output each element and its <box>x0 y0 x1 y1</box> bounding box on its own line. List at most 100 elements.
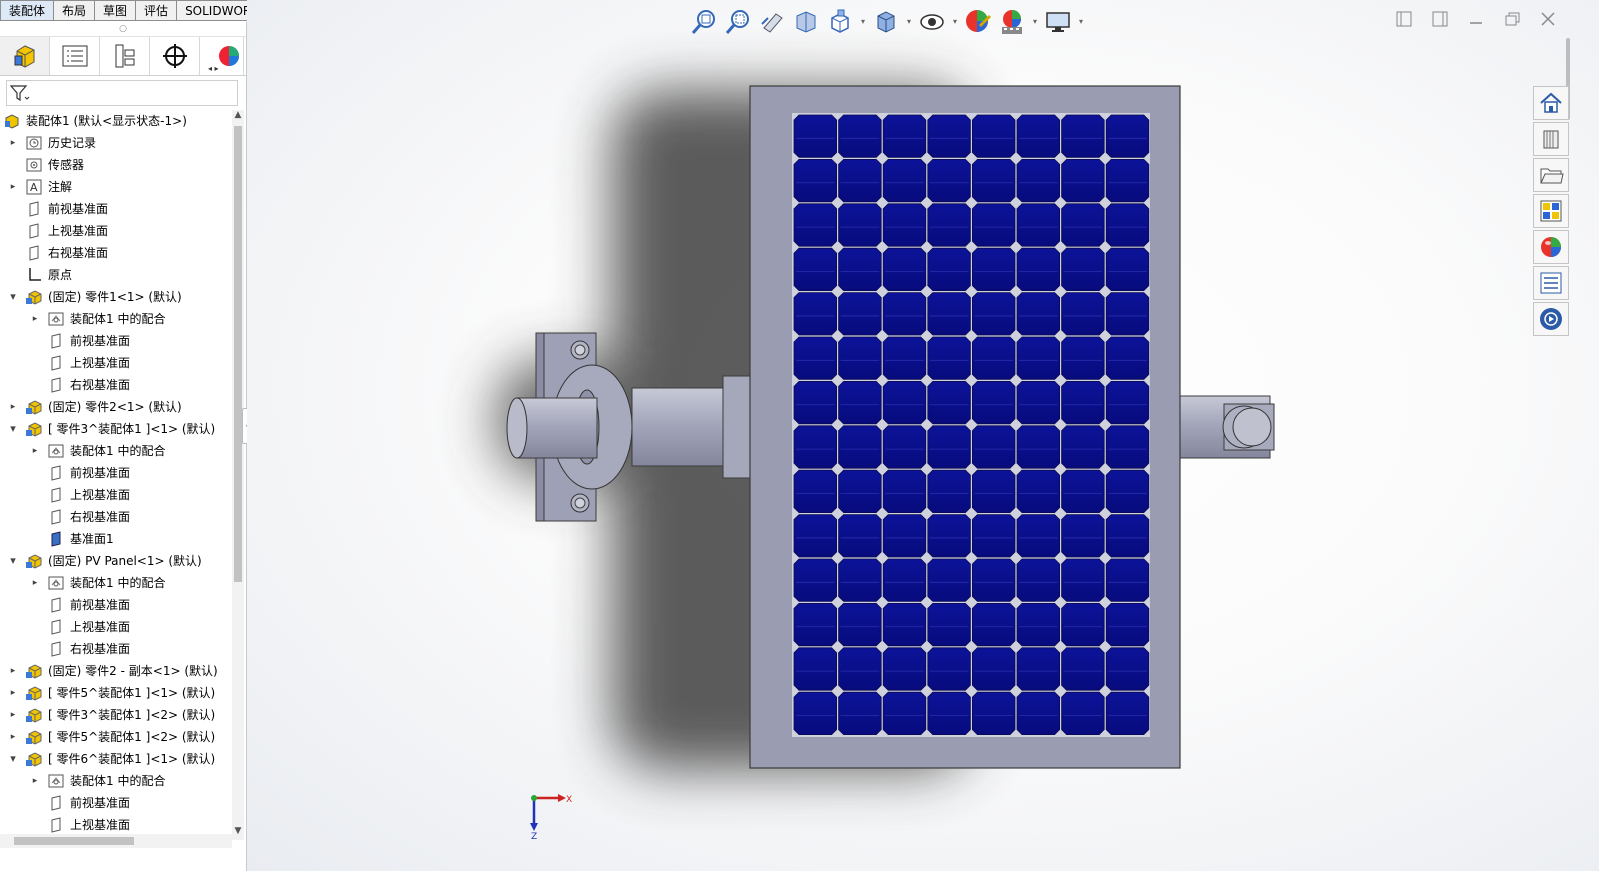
view-settings-icon[interactable] <box>1042 6 1074 38</box>
tree-item[interactable]: 原点 <box>0 264 232 286</box>
collapse-arrow-icon[interactable]: ▾ <box>8 550 18 572</box>
view-orientation-icon[interactable] <box>824 6 856 38</box>
tree-item[interactable]: 传感器 <box>0 154 232 176</box>
tab-3[interactable]: 评估 <box>136 0 178 21</box>
tree-item[interactable]: ▾ (固定) 零件1<1> (默认) <box>0 286 232 308</box>
collapse-arrow-icon[interactable]: ▾ <box>8 418 18 440</box>
filter-icon[interactable] <box>9 83 31 103</box>
expand-arrow-icon[interactable]: ▸ <box>8 132 18 154</box>
tree-item[interactable]: 右视基准面 <box>0 374 232 396</box>
expand-arrow-icon[interactable]: ▸ <box>30 572 40 594</box>
edit-appearance-icon[interactable] <box>962 6 994 38</box>
tab-2[interactable]: 草图 <box>95 0 137 21</box>
propertymanager-icon[interactable] <box>50 37 100 75</box>
tree-item[interactable]: ▸ 装配体1 中的配合 <box>0 440 232 462</box>
close-icon[interactable] <box>1537 8 1559 30</box>
tab-1[interactable]: 布局 <box>54 0 96 21</box>
tree-item[interactable]: 上视基准面 <box>0 814 232 836</box>
tree-item[interactable]: ▸ 装配体1 中的配合 <box>0 308 232 330</box>
section-view-icon[interactable] <box>790 6 822 38</box>
tree-item[interactable]: 右视基准面 <box>0 242 232 264</box>
scroll-down-icon[interactable]: ▼ <box>232 826 244 840</box>
expand-arrow-icon[interactable]: ▸ <box>8 176 18 198</box>
file-explorer-icon[interactable] <box>1533 158 1569 192</box>
previous-view-icon[interactable] <box>756 6 788 38</box>
tree-item[interactable]: ▸ [ 零件5^装配体1 ]<1> (默认) <box>0 682 232 704</box>
dropdown-arrow-icon[interactable]: ▾ <box>904 6 914 38</box>
tree-item[interactable]: 上视基准面 <box>0 484 232 506</box>
dropdown-arrow-icon[interactable]: ▾ <box>1030 6 1040 38</box>
expand-arrow-icon[interactable]: ▸ <box>8 660 18 682</box>
tree-item[interactable]: 前视基准面 <box>0 462 232 484</box>
tree-item[interactable]: ▾ (固定) PV Panel<1> (默认) <box>0 550 232 572</box>
configurationmanager-icon[interactable] <box>100 37 150 75</box>
tree-item[interactable]: 右视基准面 <box>0 506 232 528</box>
restore-icon[interactable] <box>1501 8 1523 30</box>
zoom-to-area-icon[interactable] <box>722 6 754 38</box>
design-library-icon[interactable] <box>1533 122 1569 156</box>
featuremanager-icon[interactable] <box>0 37 50 75</box>
right-shaft[interactable] <box>1179 395 1275 459</box>
collapse-arrow-icon[interactable]: ▾ <box>8 286 18 308</box>
tree-item[interactable]: ▸ (固定) 零件2 - 副本<1> (默认) <box>0 660 232 682</box>
tree-vertical-scrollbar[interactable]: ▲ ▼ <box>232 110 244 840</box>
scroll-up-icon[interactable]: ▲ <box>232 110 244 124</box>
pv-cell <box>793 203 837 247</box>
tree-item[interactable]: 右视基准面 <box>0 638 232 660</box>
expand-arrow-icon[interactable]: ▸ <box>30 308 40 330</box>
tree-item[interactable]: 前视基准面 <box>0 594 232 616</box>
tree-item[interactable]: ▸ [ 零件3^装配体1 ]<2> (默认) <box>0 704 232 726</box>
tree-horizontal-scrollbar[interactable] <box>0 834 232 848</box>
expand-arrow-icon[interactable]: ▸ <box>8 704 18 726</box>
scroll-thumb[interactable] <box>14 837 134 845</box>
pv-panel[interactable] <box>749 85 1181 769</box>
expand-arrow-icon[interactable]: ▸ <box>8 396 18 418</box>
tree-item[interactable]: 上视基准面 <box>0 220 232 242</box>
part-icon <box>26 553 42 569</box>
model-view[interactable] <box>247 0 1599 871</box>
scroll-thumb[interactable] <box>234 126 242 582</box>
dropdown-arrow-icon[interactable]: ▾ <box>1076 6 1086 38</box>
tree-item[interactable]: ▾ [ 零件3^装配体1 ]<1> (默认) <box>0 418 232 440</box>
zoom-to-fit-icon[interactable] <box>688 6 720 38</box>
tree-item[interactable]: 装配体1 (默认<显示状态-1>) <box>0 110 232 132</box>
expand-arrow-icon[interactable]: ▸ <box>30 770 40 792</box>
expand-arrow-icon[interactable]: ▸ <box>8 726 18 748</box>
appearances-icon[interactable] <box>1533 230 1569 264</box>
hide-show-items-icon[interactable] <box>916 6 948 38</box>
tree-item[interactable]: ▸ 历史记录 <box>0 132 232 154</box>
tree-item[interactable]: 上视基准面 <box>0 352 232 374</box>
tab-0[interactable]: 装配体 <box>0 0 55 21</box>
expand-arrow-icon[interactable]: ▸ <box>8 682 18 704</box>
dropdown-arrow-icon[interactable]: ▾ <box>950 6 960 38</box>
dropdown-arrow-icon[interactable]: ▾ <box>858 6 868 38</box>
custom-properties-icon[interactable] <box>1533 266 1569 300</box>
tree-item[interactable]: ▾ [ 零件6^装配体1 ]<1> (默认) <box>0 748 232 770</box>
expand-arrow-icon[interactable]: ▸ <box>30 440 40 462</box>
tree-item[interactable]: ▸ A 注解 <box>0 176 232 198</box>
tree-item[interactable]: 前视基准面 <box>0 198 232 220</box>
tree-item[interactable]: 上视基准面 <box>0 616 232 638</box>
tree-item[interactable]: 前视基准面 <box>0 792 232 814</box>
dimxpert-icon[interactable] <box>150 37 200 75</box>
display-style-icon[interactable] <box>870 6 902 38</box>
graphics-area[interactable]: ▾ ▾ ▾ ▾ ▾ X Z <box>247 0 1599 871</box>
tree-item[interactable]: ▸ [ 零件5^装配体1 ]<2> (默认) <box>0 726 232 748</box>
panel-grip[interactable]: ○ <box>0 22 246 37</box>
tile-right-icon[interactable] <box>1429 8 1451 30</box>
tree-item[interactable]: ▸ 装配体1 中的配合 <box>0 572 232 594</box>
view-palette-icon[interactable] <box>1533 194 1569 228</box>
tree-filter[interactable] <box>6 80 238 106</box>
collapse-arrow-icon[interactable]: ▾ <box>8 748 18 770</box>
tree-item[interactable]: ▸ 装配体1 中的配合 <box>0 770 232 792</box>
tree-item[interactable]: 前视基准面 <box>0 330 232 352</box>
apply-scene-icon[interactable] <box>996 6 1028 38</box>
minimize-icon[interactable] <box>1465 8 1487 30</box>
solidworks-forum-icon[interactable] <box>1533 302 1569 336</box>
tree-item-label: [ 零件3^装配体1 ]<2> (默认) <box>48 708 216 722</box>
tree-item[interactable]: 基准面1 <box>0 528 232 550</box>
tile-left-icon[interactable] <box>1393 8 1415 30</box>
panel-tab-arrows[interactable]: ◂ ▸ <box>206 64 221 73</box>
tree-item[interactable]: ▸ (固定) 零件2<1> (默认) <box>0 396 232 418</box>
home-icon[interactable] <box>1533 86 1569 120</box>
